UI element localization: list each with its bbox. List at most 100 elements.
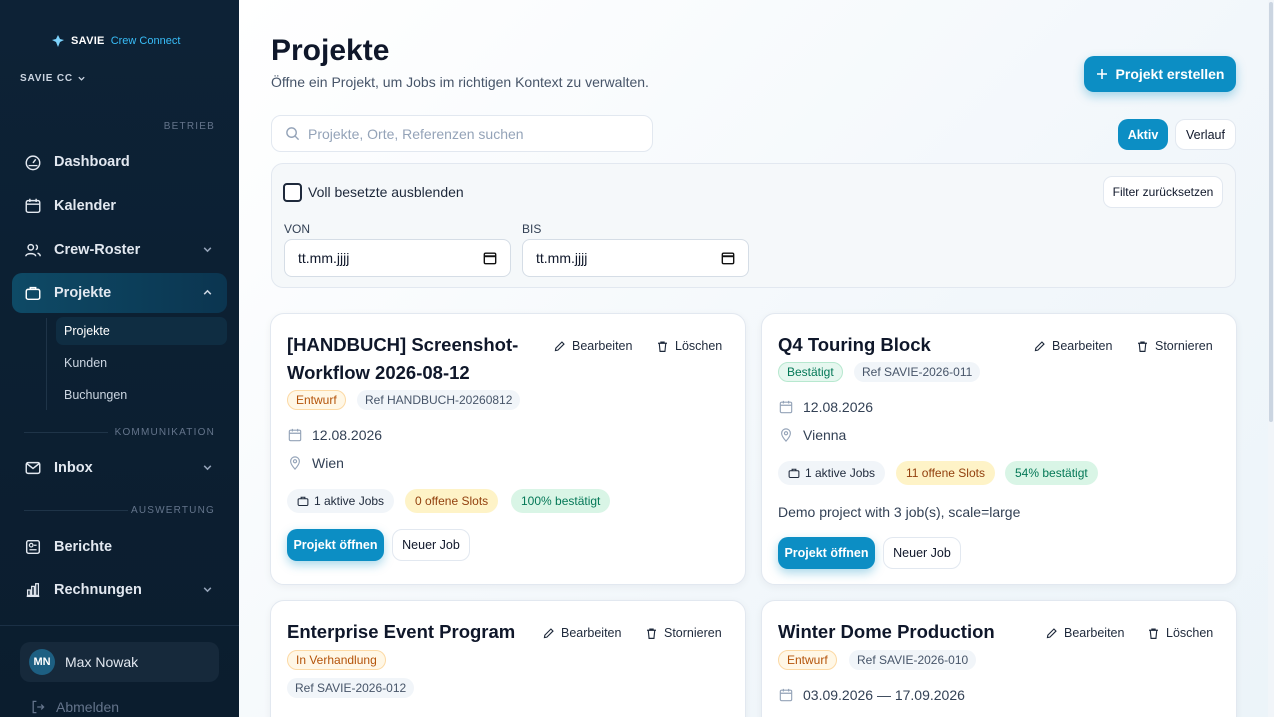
project-card: Q4 Touring Block Bearbeiten Stornieren B… xyxy=(761,313,1237,585)
briefcase-icon xyxy=(297,496,309,507)
plus-icon xyxy=(1096,69,1107,79)
sidebar: SAVIE Crew Connect SAVIE CC BETRIEB Dash… xyxy=(0,0,239,717)
map-pin-icon xyxy=(290,456,300,470)
calendar-icon[interactable] xyxy=(721,251,735,265)
project-card: Enterprise Event Program Bearbeiten Stor… xyxy=(270,600,746,717)
project-title[interactable]: Winter Dome Production xyxy=(778,618,995,646)
project-card: Winter Dome Production Bearbeiten Lösche… xyxy=(761,600,1237,717)
confirmed-chip: 100% bestätigt xyxy=(511,489,611,513)
new-job-button[interactable]: Neuer Job xyxy=(392,529,470,561)
open-project-button[interactable]: Projekt öffnen xyxy=(287,529,384,561)
delete-button[interactable]: Löschen xyxy=(1147,626,1213,640)
create-project-label: Projekt erstellen xyxy=(1115,66,1225,82)
project-location: Vienna xyxy=(779,427,846,443)
sidebar-item-label: Dashboard xyxy=(54,154,130,170)
section-divider xyxy=(24,432,108,433)
sidebar-item-rechnungen[interactable]: Rechnungen xyxy=(12,570,227,610)
hide-full-label[interactable]: Voll besetzte ausblenden xyxy=(308,184,464,200)
chevron-down-icon[interactable] xyxy=(202,462,213,473)
map-pin-icon xyxy=(781,428,791,442)
sidebar-item-projekte[interactable]: Projekte xyxy=(12,273,227,313)
calendar-icon xyxy=(25,198,41,214)
from-label: VON xyxy=(284,222,311,236)
cancel-button[interactable]: Stornieren xyxy=(1136,339,1213,353)
project-title[interactable]: [HANDBUCH] Screenshot- Workflow 2026-08-… xyxy=(287,331,518,387)
pencil-icon xyxy=(543,627,554,638)
trash-icon xyxy=(647,627,656,639)
sidebar-item-inbox[interactable]: Inbox xyxy=(12,448,227,488)
scrollbar-thumb[interactable] xyxy=(1269,2,1273,422)
report-icon xyxy=(25,539,41,555)
calendar-icon[interactable] xyxy=(483,251,497,265)
section-label-auswertung: AUSWERTUNG xyxy=(130,505,215,516)
edit-button[interactable]: Bearbeiten xyxy=(1033,339,1112,353)
sidebar-item-label: Projekte xyxy=(54,285,112,301)
to-date-value: tt.mm.jjjj xyxy=(536,250,588,266)
search-input[interactable] xyxy=(308,125,638,142)
project-date: 12.08.2026 xyxy=(288,427,382,443)
status-badge: Entwurf xyxy=(778,650,837,670)
ref-badge: Ref SAVIE-2026-012 xyxy=(287,678,415,698)
trash-icon xyxy=(1138,340,1147,352)
briefcase-icon xyxy=(788,468,800,479)
gauge-icon xyxy=(25,155,41,171)
project-description: Demo project with 3 job(s), scale=large xyxy=(778,504,1021,520)
brand-logo[interactable]: SAVIE Crew Connect xyxy=(51,34,180,48)
pencil-icon xyxy=(554,340,565,351)
sidebar-item-label: Crew-Roster xyxy=(54,242,141,258)
new-job-button[interactable]: Neuer Job xyxy=(883,537,961,569)
ref-badge: Ref SAVIE-2026-010 xyxy=(849,650,977,670)
chevron-up-icon[interactable] xyxy=(202,287,213,298)
jobs-chip: 1 aktive Jobs xyxy=(778,461,886,485)
project-title[interactable]: Q4 Touring Block xyxy=(778,331,931,359)
cancel-button[interactable]: Stornieren xyxy=(645,626,722,640)
create-project-button[interactable]: Projekt erstellen xyxy=(1084,56,1236,92)
confirmed-chip: 54% bestätigt xyxy=(1005,461,1098,485)
sidebar-subitem-kunden[interactable]: Kunden xyxy=(56,349,227,377)
calendar-icon xyxy=(779,400,793,414)
sidebar-footer-divider xyxy=(0,625,239,626)
logo-icon xyxy=(52,35,64,47)
project-title[interactable]: Enterprise Event Program xyxy=(287,618,515,646)
delete-button[interactable]: Löschen xyxy=(656,339,722,353)
sidebar-subitem-buchungen[interactable]: Buchungen xyxy=(56,381,227,409)
bar-chart-icon xyxy=(26,583,40,598)
scrollbar[interactable] xyxy=(1268,0,1274,717)
logout-label: Abmelden xyxy=(56,699,120,715)
hide-full-checkbox[interactable] xyxy=(283,183,302,202)
from-date-input[interactable]: tt.mm.jjjj xyxy=(284,239,511,277)
open-slots-chip: 11 offene Slots xyxy=(896,461,995,485)
sidebar-item-crew-roster[interactable]: Crew-Roster xyxy=(12,230,227,270)
user-name: Max Nowak xyxy=(65,654,139,670)
chevron-down-icon[interactable] xyxy=(202,584,213,595)
org-switcher[interactable]: SAVIE CC xyxy=(20,73,86,84)
page-subtitle: Öffne ein Projekt, um Jobs im richtigen … xyxy=(271,74,649,90)
edit-button[interactable]: Bearbeiten xyxy=(553,339,632,353)
to-date-input[interactable]: tt.mm.jjjj xyxy=(522,239,749,277)
edit-button[interactable]: Bearbeiten xyxy=(1045,626,1124,640)
to-label: BIS xyxy=(522,222,542,236)
sidebar-subitem-projekte[interactable]: Projekte xyxy=(56,317,227,345)
edit-button[interactable]: Bearbeiten xyxy=(542,626,621,640)
project-location: Wien xyxy=(288,455,344,471)
sidebar-item-berichte[interactable]: Berichte xyxy=(12,527,227,567)
sidebar-item-dashboard[interactable]: Dashboard xyxy=(12,142,227,182)
status-badge: Entwurf xyxy=(287,390,346,410)
sidebar-item-label: Berichte xyxy=(54,539,113,555)
chevron-down-icon[interactable] xyxy=(202,244,213,255)
filter-panel: Voll besetzte ausblenden Filter zurückse… xyxy=(271,163,1236,288)
submenu-line xyxy=(46,318,47,410)
open-project-button[interactable]: Projekt öffnen xyxy=(778,537,875,569)
status-badge: In Verhandlung xyxy=(287,650,386,670)
logout-button[interactable]: Abmelden xyxy=(30,699,119,715)
user-profile[interactable]: MN Max Nowak xyxy=(20,642,219,682)
ref-badge: Ref HANDBUCH-20260812 xyxy=(357,390,521,410)
sidebar-item-kalender[interactable]: Kalender xyxy=(12,186,227,226)
section-label-betrieb: BETRIEB xyxy=(163,121,215,132)
page-title: Projekte xyxy=(271,34,390,67)
toggle-active[interactable]: Aktiv xyxy=(1118,119,1168,150)
toggle-history[interactable]: Verlauf xyxy=(1175,119,1236,150)
sidebar-item-label: Inbox xyxy=(54,460,93,476)
sidebar-item-label: Rechnungen xyxy=(54,582,142,598)
reset-filters-button[interactable]: Filter zurücksetzen xyxy=(1103,176,1223,208)
